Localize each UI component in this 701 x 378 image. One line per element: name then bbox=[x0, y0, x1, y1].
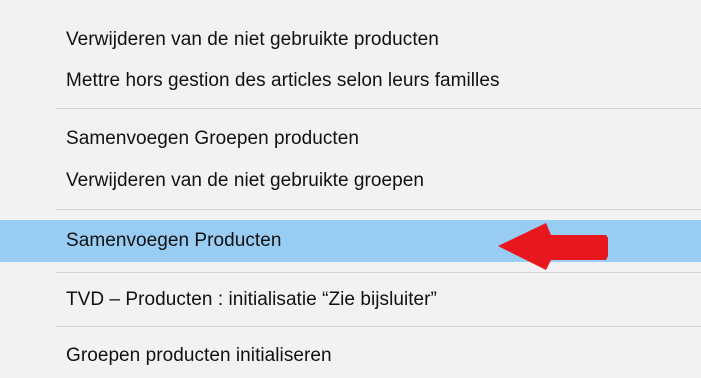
menu-separator bbox=[56, 108, 701, 109]
menu-item-label: Verwijderen van de niet gebruikte produc… bbox=[66, 29, 439, 50]
menu-item-merge-product-groups[interactable]: Samenvoegen Groepen producten bbox=[0, 119, 701, 159]
menu-item-label: Groepen producten initialiseren bbox=[66, 345, 332, 366]
menu-separator bbox=[56, 272, 701, 273]
menu-item-delete-unused-groups[interactable]: Verwijderen van de niet gebruikte groepe… bbox=[0, 161, 701, 201]
menu-item-initialize-product-groups[interactable]: Groepen producten initialiseren bbox=[0, 336, 701, 376]
menu-item-delete-unused-products[interactable]: Verwijderen van de niet gebruikte produc… bbox=[0, 20, 701, 60]
context-menu: Verwijderen van de niet gebruikte produc… bbox=[0, 0, 701, 378]
menu-separator bbox=[56, 209, 701, 210]
menu-item-label: Verwijderen van de niet gebruikte groepe… bbox=[66, 170, 425, 191]
menu-item-label: Samenvoegen Groepen producten bbox=[66, 128, 359, 149]
menu-item-label: Mettre hors gestion des articles selon l… bbox=[66, 70, 500, 91]
left-arrow-icon bbox=[498, 223, 608, 270]
menu-item-disable-articles-by-family[interactable]: Mettre hors gestion des articles selon l… bbox=[0, 61, 701, 101]
menu-item-label: TVD – Producten : initialisatie “Zie bij… bbox=[66, 289, 437, 310]
menu-item-label: Samenvoegen Producten bbox=[66, 230, 282, 251]
menu-separator bbox=[56, 326, 701, 327]
menu-item-tvd-products-initialization[interactable]: TVD – Producten : initialisatie “Zie bij… bbox=[0, 280, 701, 320]
